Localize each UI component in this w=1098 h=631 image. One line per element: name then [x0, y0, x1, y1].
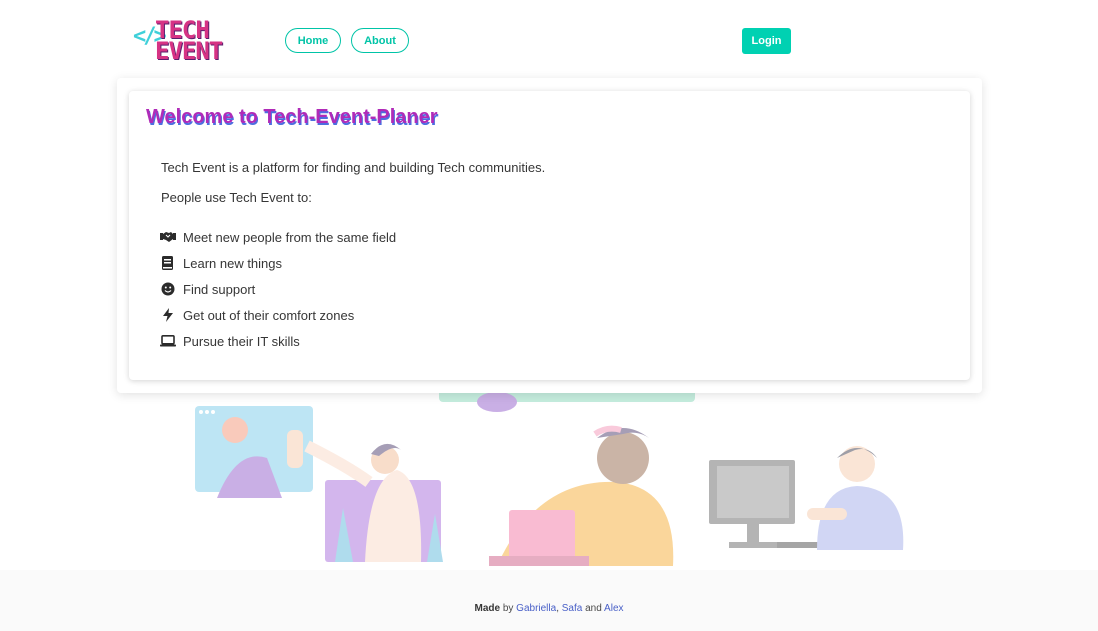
and-text: and — [582, 603, 605, 614]
footer: Made by Gabriella, Safa and Alex — [0, 570, 1098, 631]
author-link-gabriella[interactable]: Gabriella — [516, 603, 556, 614]
login-button[interactable]: Login — [742, 28, 791, 54]
home-button[interactable]: Home — [285, 28, 341, 53]
feature-label: Find support — [183, 281, 256, 297]
handshake-icon — [160, 229, 176, 245]
author-link-alex[interactable]: Alex — [604, 603, 623, 614]
logo-text-line2: EVENT — [155, 37, 223, 65]
feature-label: Learn new things — [183, 255, 283, 271]
list-item: Learn new things — [160, 250, 396, 276]
smile-icon — [160, 281, 176, 297]
people-use-text: People use Tech Event to: — [161, 190, 312, 205]
made-label: Made — [474, 603, 501, 614]
footer-credits: Made by Gabriella, Safa and Alex — [0, 603, 1098, 614]
list-item: Meet new people from the same field — [160, 224, 396, 250]
logo-text: TECH EVENT — [155, 18, 233, 65]
page-title: Welcome to Tech-Event-Planer — [146, 106, 438, 128]
feature-label: Get out of their comfort zones — [183, 307, 355, 323]
feature-list: Meet new people from the same field Lear… — [160, 224, 396, 354]
book-icon — [160, 255, 176, 271]
by-text: by — [500, 603, 517, 614]
list-item: Get out of their comfort zones — [160, 302, 396, 328]
tech-event-logo[interactable]: </> TECH EVENT — [133, 18, 233, 66]
feature-label: Pursue their IT skills — [183, 333, 300, 349]
author-link-safa[interactable]: Safa — [562, 603, 583, 614]
navbar: </> TECH EVENT Home About Login — [0, 0, 1098, 80]
intro-text: Tech Event is a platform for finding and… — [161, 160, 546, 175]
list-item: Find support — [160, 276, 396, 302]
about-button[interactable]: About — [351, 28, 409, 53]
bolt-icon — [160, 307, 176, 323]
feature-label: Meet new people from the same field — [183, 229, 397, 245]
laptop-icon — [160, 333, 176, 349]
list-item: Pursue their IT skills — [160, 328, 396, 354]
